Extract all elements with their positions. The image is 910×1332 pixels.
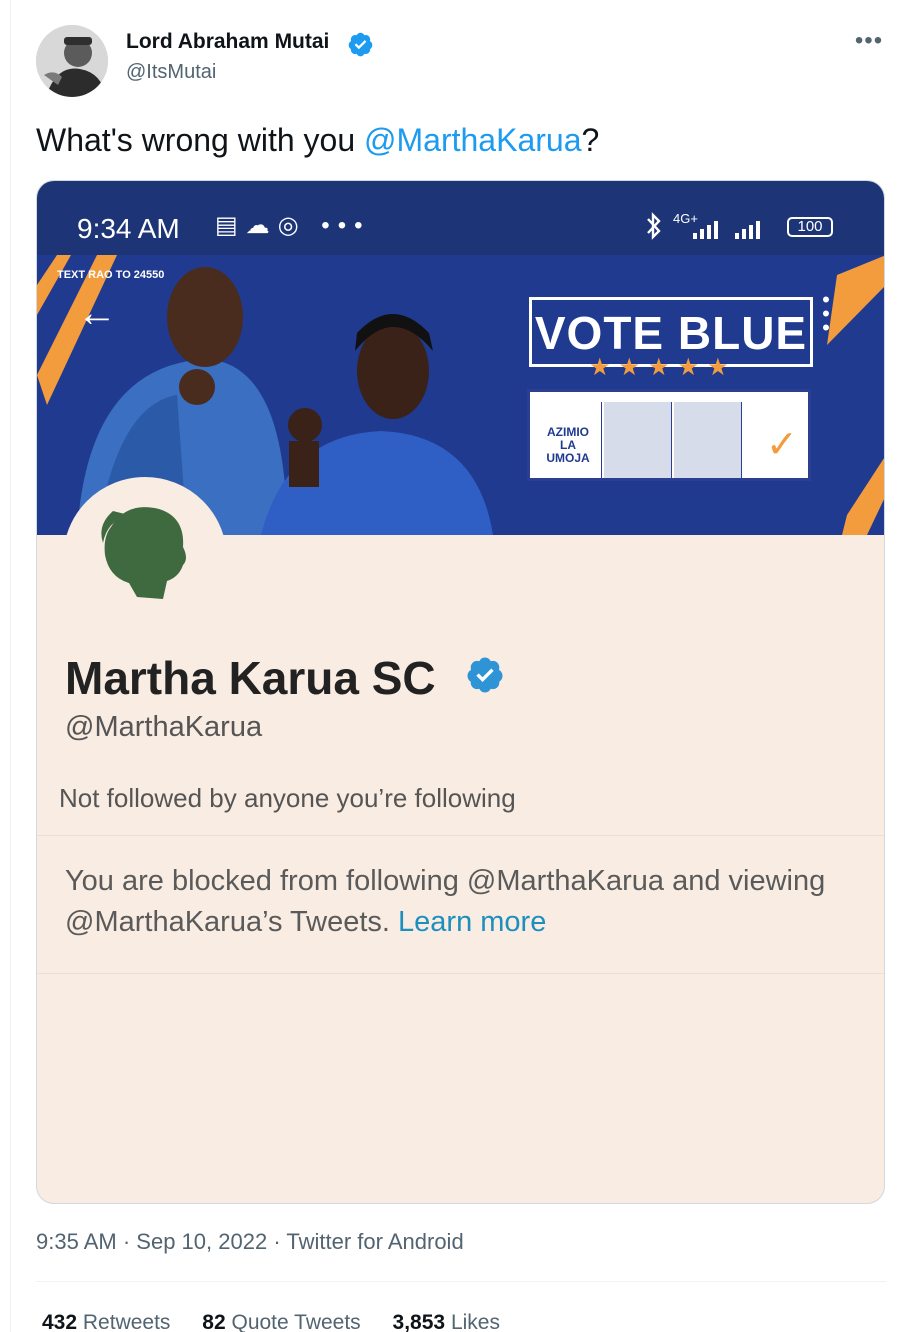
phone-status-bar: 9:34 AM ▤☁◎ ••• 4G+ 100	[37, 181, 884, 255]
party-name: AZIMIO LA UMOJA	[546, 425, 590, 465]
author-name[interactable]: Lord Abraham Mutai	[126, 30, 329, 54]
retweets-count: 432	[42, 1311, 78, 1332]
retweets-stat[interactable]: 432 Retweets	[42, 1311, 170, 1332]
meta-separator: ·	[122, 1229, 131, 1254]
notification-icons: ▤☁◎ •••	[215, 212, 371, 239]
signal-icon	[693, 221, 760, 239]
verified-badge-icon	[348, 32, 373, 57]
likes-count: 3,853	[392, 1311, 446, 1332]
followers-note: Not followed by anyone you’re following	[59, 783, 516, 813]
ballot-card: AZIMIO LA UMOJA ✓	[527, 389, 811, 481]
profile-name: Martha Karua SC	[65, 652, 436, 704]
voters-mark-cell: ✓	[744, 402, 812, 478]
stars-row: ★★★★★	[589, 354, 737, 381]
divider	[37, 835, 884, 836]
learn-more-link: Learn more	[398, 906, 547, 938]
candidate-photo-cell	[604, 402, 672, 478]
status-time: 9:34 AM	[77, 213, 180, 244]
tweet-source[interactable]: Twitter for Android	[286, 1229, 463, 1254]
sms-code-text: TEXT RAO TO 24550	[57, 269, 165, 281]
overflow-menu-icon: • • •	[822, 287, 830, 340]
check-mark-icon: ✓	[766, 424, 798, 466]
bluetooth-icon	[647, 212, 661, 240]
tweet-text: What's wrong with you @MarthaKarua?	[36, 122, 599, 159]
divider	[36, 1281, 886, 1282]
author-handle[interactable]: @ItsMutai	[126, 61, 216, 84]
tweet-meta: 9:35 AM · Sep 10, 2022 · Twitter for And…	[36, 1229, 464, 1255]
quotes-label: Quote Tweets	[231, 1311, 361, 1332]
profile-handle: @MarthaKarua	[65, 711, 263, 743]
blocked-message: You are blocked from following @MarthaKa…	[65, 861, 845, 943]
tweet-media-image[interactable]: 9:34 AM ▤☁◎ ••• 4G+ 100 TEXT RAO TO 2455…	[36, 180, 885, 1204]
mention-link[interactable]: @MarthaKarua	[364, 122, 581, 158]
more-options-icon[interactable]: •••	[849, 26, 889, 60]
tweet-text-after: ?	[581, 122, 600, 158]
battery-icon: 100	[787, 217, 833, 237]
likes-stat[interactable]: 3,853 Likes	[393, 1311, 500, 1332]
author-avatar[interactable]	[36, 25, 108, 97]
meta-separator: ·	[273, 1229, 281, 1254]
tweet-date[interactable]: Sep 10, 2022	[136, 1229, 267, 1254]
back-arrow-icon: ←	[77, 291, 117, 335]
tweet-text-before: What's wrong with you	[36, 122, 365, 158]
vote-headline: VOTE BLUE	[534, 307, 808, 359]
profile-avatar-logo	[101, 507, 186, 599]
party-symbol-cell: AZIMIO LA UMOJA	[534, 402, 602, 478]
author-avatar-image	[36, 25, 108, 97]
tweet-time[interactable]: 9:35 AM	[36, 1229, 117, 1254]
retweets-label: Retweets	[82, 1311, 171, 1332]
divider	[37, 973, 884, 974]
tweet-stats: 432 Retweets 82 Quote Tweets 3,853 Likes	[42, 1311, 526, 1332]
verified-badge-icon	[467, 657, 503, 693]
quotes-count: 82	[202, 1311, 226, 1332]
deputy-photo-cell	[674, 402, 742, 478]
tweet: Lord Abraham Mutai @ItsMutai ••• What's …	[10, 0, 910, 1332]
quote-tweets-stat[interactable]: 82 Quote Tweets	[202, 1311, 360, 1332]
profile-avatar	[63, 477, 227, 641]
likes-label: Likes	[450, 1311, 500, 1332]
